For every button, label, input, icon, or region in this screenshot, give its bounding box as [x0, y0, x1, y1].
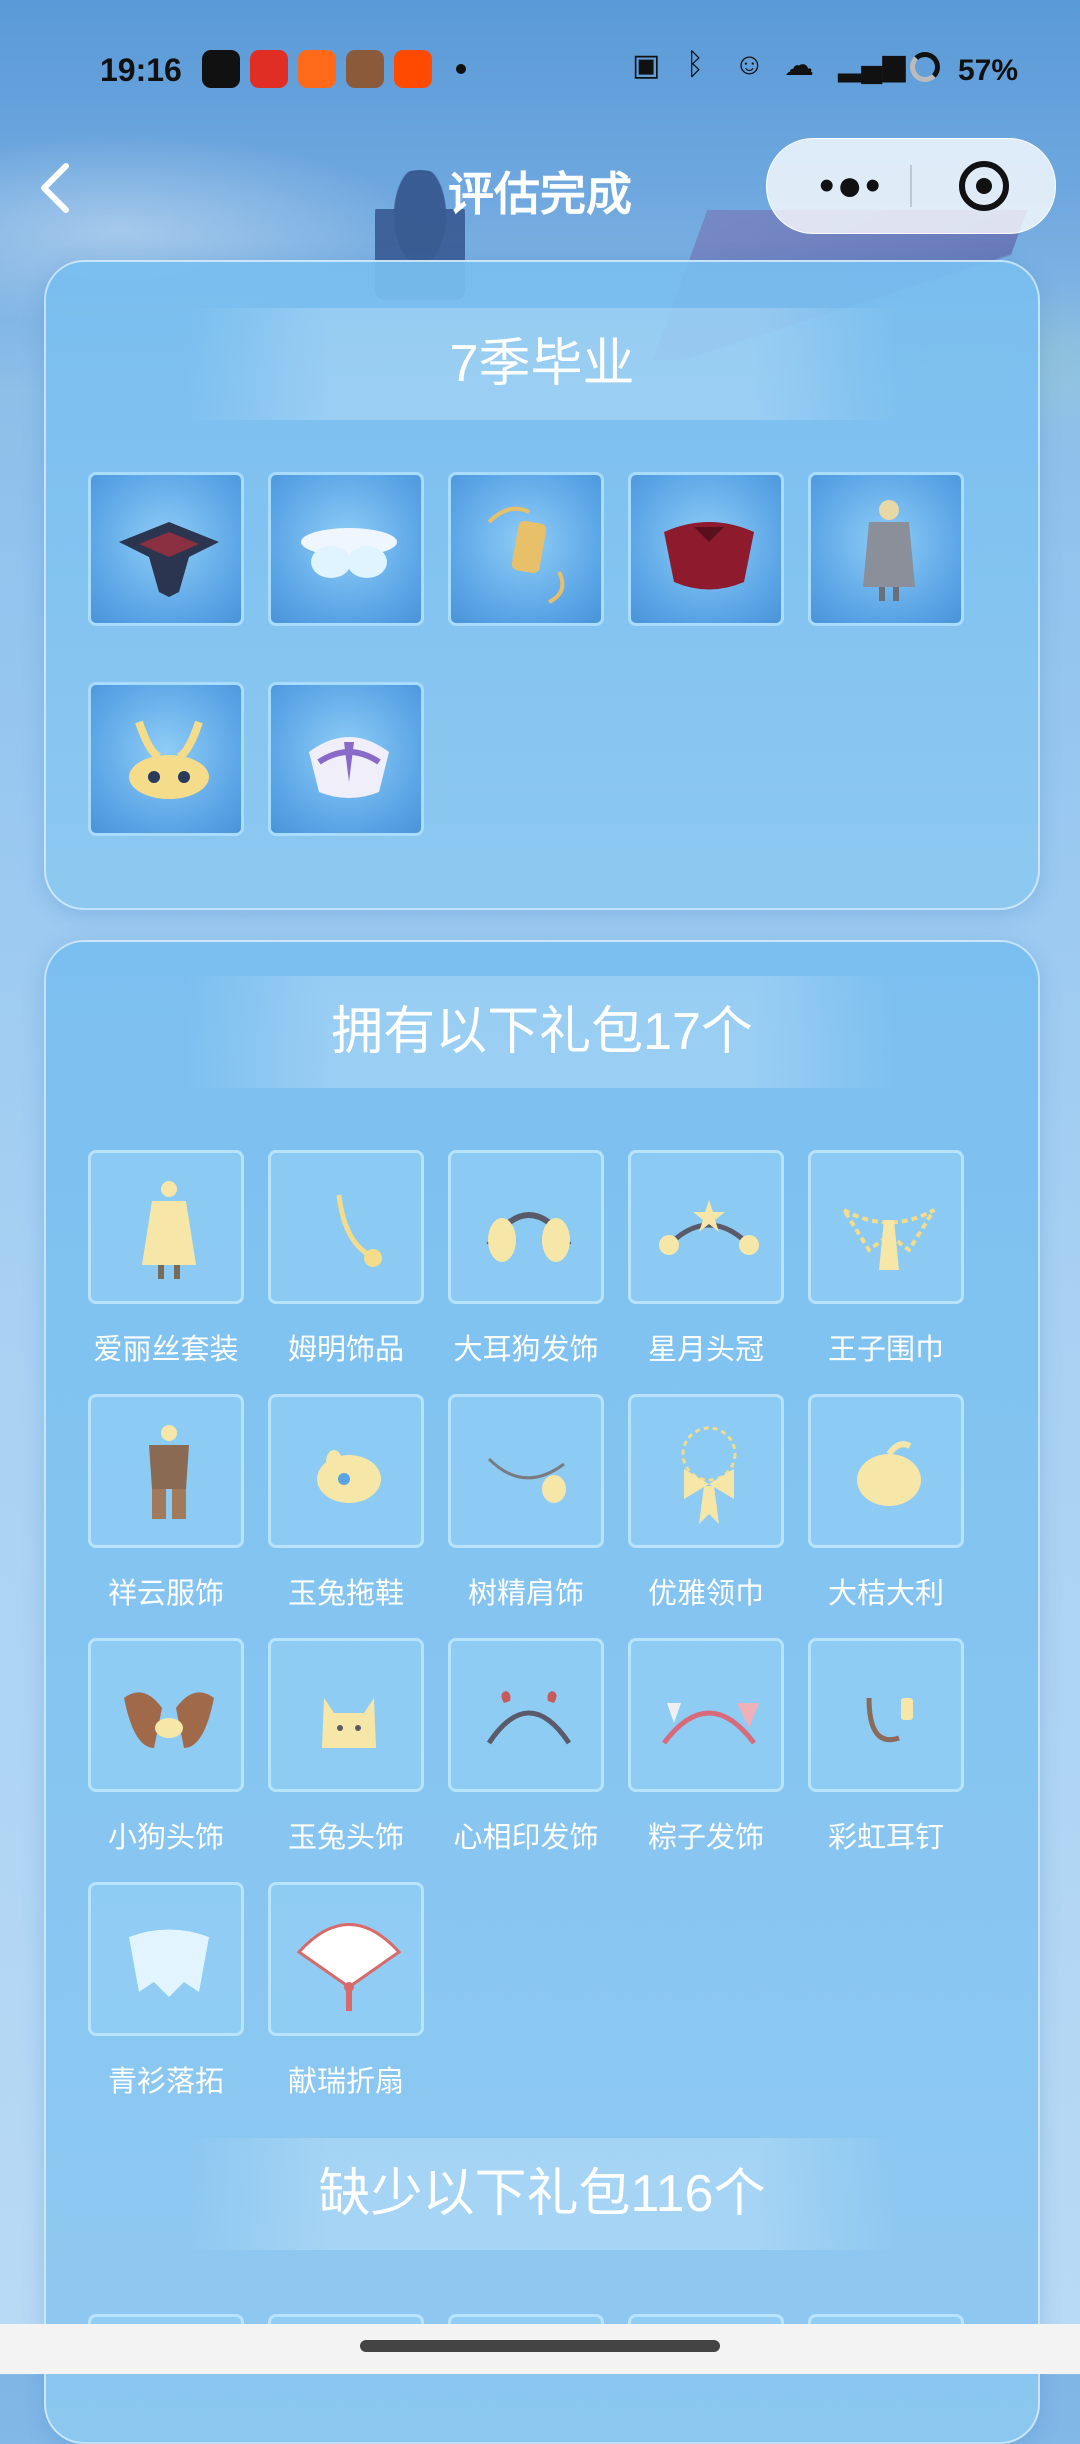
blue-cape-icon — [91, 1885, 247, 2039]
owned-item[interactable] — [448, 1638, 604, 1792]
golden-mask-icon — [91, 685, 247, 839]
graduation-item[interactable] — [808, 472, 964, 626]
owned-item-label: 姆明饰品 — [287, 1334, 404, 1366]
owned-item-label: 祥云服饰 — [107, 1578, 224, 1610]
graduation-title: 7季毕业 — [186, 308, 898, 420]
owned-item-label: 大耳狗发饰 — [453, 1334, 599, 1366]
shop-app-icon — [298, 50, 336, 88]
star-moon-crown-icon — [631, 1153, 787, 1307]
grey-robe-icon — [811, 475, 967, 629]
owned-item[interactable] — [808, 1638, 964, 1792]
owned-item-label: 玉兔头饰 — [287, 1822, 404, 1854]
white-wing-icon — [271, 475, 427, 629]
owned-item[interactable] — [268, 1150, 424, 1304]
dark-cape-icon — [91, 475, 247, 629]
graduation-item[interactable] — [268, 682, 424, 836]
pinduoduo-icon — [250, 50, 288, 88]
purple-skirt-icon — [271, 685, 427, 839]
heart-headband-icon — [451, 1641, 607, 1795]
owned-item[interactable] — [628, 1638, 784, 1792]
scarf-icon — [811, 1153, 967, 1307]
owned-item-label: 青衫落拓 — [107, 2066, 224, 2098]
capsule-divider — [910, 165, 912, 207]
dewu-app-icon — [202, 50, 240, 88]
owned-item[interactable] — [88, 1150, 244, 1304]
earring-icon — [811, 1641, 967, 1795]
owned-item[interactable] — [88, 1394, 244, 1548]
taobao-icon — [394, 50, 432, 88]
status-bar: 19:16 ▣ ᛒ ☺ ☁ ▂▄▆ 57% — [0, 0, 1080, 140]
owned-item-label: 玉兔拖鞋 — [287, 1578, 404, 1610]
red-feather-cape-icon — [631, 475, 787, 629]
owned-item[interactable] — [628, 1150, 784, 1304]
owned-item-label: 大桔大利 — [827, 1578, 944, 1610]
cloud-icon: ☁ — [784, 49, 814, 82]
notification-dot-icon — [456, 64, 466, 74]
owned-item-label: 彩虹耳钉 — [827, 1822, 944, 1854]
owned-item-label: 星月头冠 — [647, 1334, 764, 1366]
more-dots-icon[interactable]: •●• — [819, 161, 882, 211]
graduation-panel: 7季毕业 — [44, 260, 1040, 910]
owned-title: 拥有以下礼包17个 — [186, 976, 898, 1088]
owned-item[interactable] — [268, 1882, 424, 2036]
owned-item[interactable] — [88, 1638, 244, 1792]
zongzi-headband-icon — [631, 1641, 787, 1795]
bunny-head-icon — [271, 1641, 427, 1795]
tail-icon — [271, 1153, 427, 1307]
owned-item[interactable] — [448, 1150, 604, 1304]
face-icon: ☺ — [734, 48, 765, 81]
owned-item[interactable] — [448, 1394, 604, 1548]
target-circle-icon[interactable] — [959, 161, 1009, 211]
shoulder-pet-icon — [451, 1397, 607, 1551]
owned-item[interactable] — [808, 1150, 964, 1304]
owned-item-label: 心相印发饰 — [453, 1822, 599, 1854]
status-time: 19:16 — [100, 52, 182, 88]
owned-item-label: 树精肩饰 — [467, 1578, 584, 1610]
battery-icon — [910, 52, 940, 82]
mini-program-capsule: •●• — [766, 138, 1056, 234]
owned-item[interactable] — [628, 1394, 784, 1548]
graduation-item[interactable] — [448, 472, 604, 626]
owned-item[interactable] — [268, 1638, 424, 1792]
golden-charm-icon — [451, 475, 607, 629]
home-indicator[interactable] — [360, 2340, 720, 2352]
owned-item-label: 粽子发饰 — [647, 1822, 764, 1854]
nfc-icon: ▣ — [632, 49, 661, 82]
outfit-icon — [91, 1397, 247, 1551]
bluetooth-icon: ᛒ — [686, 48, 704, 81]
folding-fan-icon — [271, 1885, 427, 2039]
owned-item-label: 小狗头饰 — [107, 1822, 224, 1854]
graduation-item[interactable] — [628, 472, 784, 626]
graduation-item[interactable] — [88, 682, 244, 836]
signal-5g-icon: ▂▄▆ — [838, 49, 906, 82]
owned-item[interactable] — [88, 1882, 244, 2036]
bow-necklace-icon — [631, 1397, 787, 1551]
owned-item[interactable] — [268, 1394, 424, 1548]
missing-title: 缺少以下礼包116个 — [186, 2138, 898, 2250]
dress-icon — [91, 1153, 247, 1307]
orange-icon — [811, 1397, 967, 1551]
owned-item-label: 爱丽丝套装 — [93, 1334, 239, 1366]
puppy-ears-icon — [91, 1641, 247, 1795]
battery-level: 57% — [958, 54, 1019, 87]
packages-panel: 拥有以下礼包17个 爱丽丝套装 姆明饰品 大耳狗发饰 星月头冠 王子围巾 祥云服… — [44, 940, 1040, 2444]
game-avatar-icon — [346, 50, 384, 88]
graduation-item[interactable] — [268, 472, 424, 626]
headband-ears-icon — [451, 1153, 607, 1307]
graduation-item[interactable] — [88, 472, 244, 626]
owned-item-label: 王子围巾 — [827, 1334, 944, 1366]
owned-item[interactable] — [808, 1394, 964, 1548]
owned-item-label: 优雅领巾 — [647, 1578, 764, 1610]
owned-item-label: 献瑞折扇 — [287, 2066, 404, 2098]
slipper-icon — [271, 1397, 427, 1551]
